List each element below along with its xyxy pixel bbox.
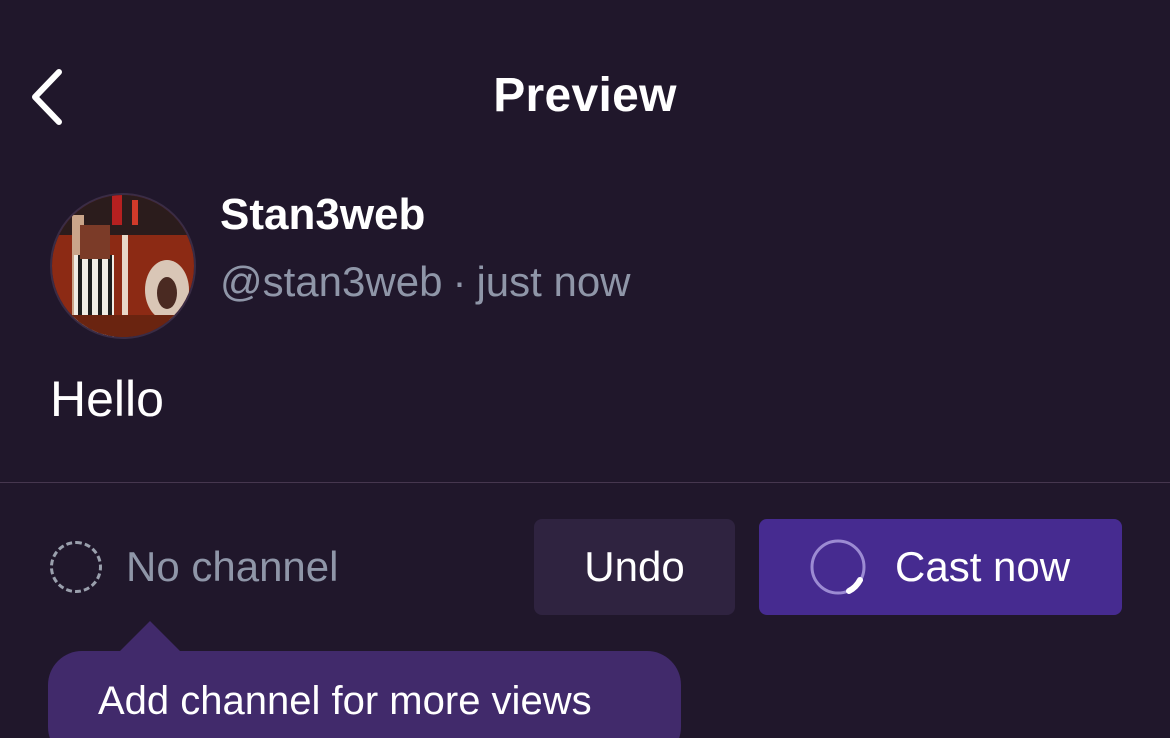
avatar[interactable] (50, 193, 196, 339)
avatar-image (52, 195, 194, 337)
cast-now-button[interactable]: Cast now (759, 519, 1122, 615)
channel-label: No channel (126, 543, 339, 590)
preview-screen: Preview Stan3web @stan3web · just now Hell… (0, 0, 1170, 738)
divider (0, 482, 1170, 483)
author-display-name[interactable]: Stan3web (220, 190, 425, 240)
channel-tooltip[interactable]: Add channel for more views (48, 621, 681, 738)
tooltip-text: Add channel for more views (98, 679, 592, 723)
undo-button[interactable]: Undo (534, 519, 735, 615)
post-timestamp: just now (476, 258, 631, 305)
tooltip-arrow (120, 621, 180, 651)
page-title: Preview (493, 69, 677, 122)
spinner-icon (810, 539, 866, 595)
meta-separator: · (452, 258, 467, 305)
author-meta: @stan3web · just now (220, 258, 631, 306)
author-handle[interactable]: @stan3web (220, 258, 442, 305)
post-text: Hello (50, 371, 164, 427)
dashed-circle-icon (50, 541, 102, 593)
channel-selector[interactable]: No channel (50, 536, 338, 598)
cast-now-label: Cast now (895, 543, 1071, 590)
